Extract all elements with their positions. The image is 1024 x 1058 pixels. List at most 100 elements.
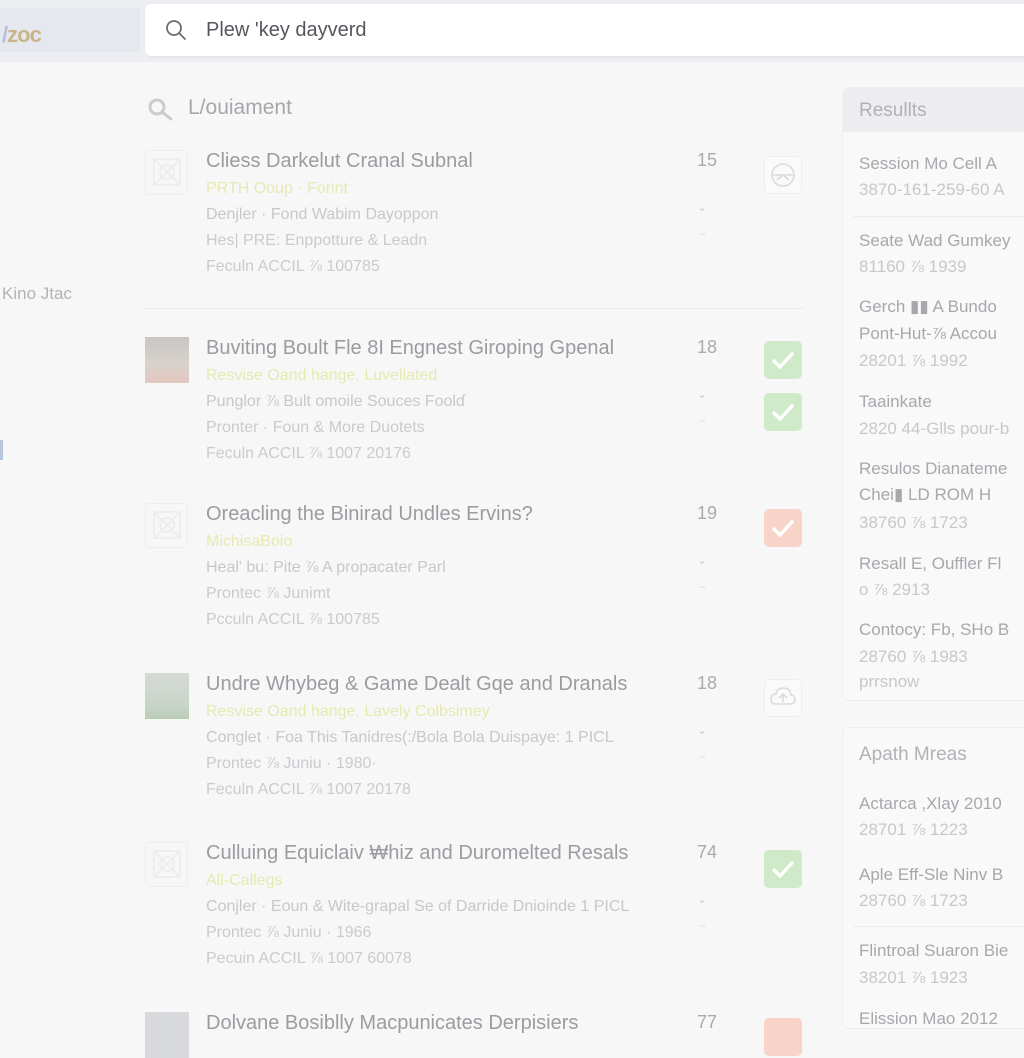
cloud-icon[interactable]	[764, 679, 802, 717]
dash-separator: –	[699, 749, 706, 763]
result-item[interactable]: Oreacling the Binirad Undles Ervins? Mic…	[145, 503, 810, 663]
panel-item-title[interactable]: Seate Wad Gumkey	[859, 231, 1011, 251]
result-count: 74	[697, 842, 718, 862]
dash-separator: –	[699, 413, 706, 427]
panel-item-title[interactable]: Chei▮ LD ROM H	[859, 485, 991, 505]
result-subtitle: All-Callegs	[206, 872, 283, 889]
result-subtitle: PRTH Ooup · Forint	[206, 180, 348, 197]
result-title[interactable]: Cliess Darkelut Cranal Subnal	[206, 150, 473, 173]
panel-item-meta: 28701 ⅞ 1223	[859, 820, 968, 839]
result-divider	[145, 308, 805, 309]
panel-item-title[interactable]: Session Mo Cell A	[859, 154, 997, 174]
top-bar: /zoc Plew 'key dayverd	[0, 0, 1024, 62]
panel-item-meta: 38201 ⅞ 1923	[859, 968, 968, 987]
check-icon[interactable]	[764, 341, 802, 379]
panel-item-title[interactable]: Flintroal Suaron Bie	[859, 941, 1008, 961]
panel-divider	[853, 926, 1024, 927]
result-meta: Pronter · Foun & More Duotets	[206, 419, 425, 436]
dash-separator: –	[699, 579, 706, 593]
placeholder-image-icon	[145, 842, 188, 887]
panel-divider	[853, 216, 1024, 217]
panel-item-title[interactable]: Aple Eff-Sle Ninv B	[859, 865, 1003, 885]
panel-item-title[interactable]: Taainkate	[859, 392, 932, 412]
result-title[interactable]: Buviting Boult Fle 8I Engnest Giroping G…	[206, 337, 614, 360]
result-description: Conjler · Eoun & Wite-grapal Se of Darri…	[206, 898, 630, 915]
search-icon	[166, 20, 186, 40]
result-id: Feculn ACCIL ⅞ 1007 20176	[206, 445, 411, 462]
panel-item-meta: o ⅞ 2913	[859, 580, 930, 599]
search-box[interactable]: Plew 'key dayverd	[145, 4, 1024, 56]
chevron-down-icon[interactable]: ⌄	[697, 892, 707, 906]
dash-separator: –	[699, 226, 706, 240]
result-count: 15	[697, 150, 718, 170]
chevron-down-icon[interactable]: ⌄	[697, 387, 707, 401]
photo-thumbnail-icon	[145, 673, 189, 719]
result-count: 77	[697, 1012, 718, 1032]
result-description: Denjler · Fond Wabim Dayoppon	[206, 206, 439, 223]
result-meta: Hes| PRE: Enppotture & Leadn	[206, 232, 428, 249]
logo-text: /zoc	[2, 22, 42, 47]
result-item[interactable]: Buviting Boult Fle 8I Engnest Giroping G…	[145, 337, 810, 497]
chevron-down-icon[interactable]: ⌄	[697, 200, 707, 214]
dash-separator: –	[699, 918, 706, 932]
result-id: Pcculn ACCIL ⅞ 100785	[206, 611, 380, 628]
result-meta: Prontec ⅞ Junimt	[206, 585, 331, 602]
result-count: 19	[697, 503, 718, 523]
photo-thumbnail-icon	[145, 337, 189, 383]
result-id: Feculn ACCIL ⅞ 1007 20178	[206, 781, 411, 798]
result-title[interactable]: Oreacling the Binirad Undles Ervins?	[206, 503, 533, 526]
result-meta: Prontec ⅞ Juniu · 1966	[206, 924, 372, 941]
panel-item-meta: 28201 ⅞ 1992	[859, 351, 968, 370]
panel-item-title[interactable]: Actarca ,Xlay 2010	[859, 794, 1002, 814]
result-count: 18	[697, 337, 718, 357]
sidebar-label[interactable]: Kino Jtac	[2, 284, 72, 304]
panel-item-meta: 38760 ⅞ 1723	[859, 513, 968, 532]
chevron-down-icon[interactable]: ⌄	[697, 553, 707, 567]
panel-item-meta: 81160 ⅞ 1939	[859, 257, 967, 276]
result-count: 18	[697, 673, 718, 693]
placeholder-image-icon	[145, 150, 188, 195]
result-subtitle: Resvise Oand hange, Lavely Colbsimey	[206, 703, 490, 720]
result-item[interactable]: Culluing Equiclaiv ₩hiz and Duromelted R…	[145, 842, 810, 1002]
panel-item-title[interactable]: Resall E, Ouffler Fl	[859, 554, 1001, 574]
app-logo[interactable]: /zoc	[0, 8, 140, 52]
result-description: Punglor ⅞ Bult omoile Souces Foolɗ	[206, 393, 465, 410]
section-title: L/ouiament	[188, 96, 292, 119]
result-description: Heal' bu: Pite ⅞ A propacater Parl	[206, 559, 446, 576]
results-panel-title: Resullts	[859, 100, 927, 121]
sidebar-active-marker	[0, 440, 3, 460]
panel-item-title[interactable]: Pont-Hut-⅞ Accou	[859, 324, 997, 344]
result-id: Feculn ACCIL ⅞ 100785	[206, 258, 380, 275]
search-input[interactable]: Plew 'key dayverd	[206, 19, 367, 42]
areas-panel-title: Apath Mreas	[859, 744, 967, 765]
chevron-down-icon[interactable]: ⌄	[697, 723, 707, 737]
placeholder-image-icon	[145, 503, 188, 548]
panel-item-meta: 28760 ⅞ 1723	[859, 891, 968, 910]
result-id: Pecuin ACCIL ⅞ 1007 60078	[206, 950, 412, 967]
result-subtitle: MichisaBoio	[206, 533, 293, 550]
result-meta: Prontec ⅞ Juniu · 1980·	[206, 755, 377, 772]
circle-arrow-icon[interactable]	[764, 156, 802, 194]
areas-panel: Apath Mreas Actarca ,Xlay 2010 28701 ⅞ 1…	[842, 727, 1024, 1029]
photo-thumbnail-icon	[145, 1012, 189, 1058]
results-panel: Resullts Session Mo Cell A 3870-161-259-…	[842, 87, 1024, 701]
panel-item-meta: 2820 44-Glls pour-b	[859, 419, 1010, 438]
result-subtitle: Resvise Oand hange, Luvellated	[206, 367, 438, 384]
panel-item-meta: 3870-161-259-60 A	[859, 180, 1005, 199]
results-panel-header: Resullts	[843, 88, 1024, 132]
result-title[interactable]: Culluing Equiclaiv ₩hiz and Duromelted R…	[206, 842, 628, 865]
check-icon[interactable]	[764, 509, 802, 547]
result-description: Conglet · Foa This Tanidres(:/Bola Bola …	[206, 729, 614, 746]
panel-item-title[interactable]: Contocy: Fb, SHo B	[859, 620, 1009, 640]
result-item[interactable]: Dolvane Bosiblly Macpunicates Derpisiers…	[145, 1012, 810, 1058]
result-item[interactable]: Cliess Darkelut Cranal Subnal PRTH Ooup …	[145, 150, 810, 310]
panel-item-title[interactable]: Resulos Dianateme	[859, 459, 1007, 479]
result-title[interactable]: Undre Whybeg & Game Dealt Gqe and Dranal…	[206, 673, 627, 696]
result-item[interactable]: Undre Whybeg & Game Dealt Gqe and Dranal…	[145, 673, 810, 833]
search-section-icon	[148, 98, 173, 121]
panel-item-title[interactable]: Gerch ▮▮ A Bundo	[859, 297, 997, 317]
check-icon[interactable]	[764, 850, 802, 888]
panel-item-title[interactable]: Elission Mao 2012	[859, 1009, 998, 1029]
panel-item-meta: 28760 ⅞ 1983	[859, 647, 968, 666]
check-icon[interactable]	[764, 393, 802, 431]
